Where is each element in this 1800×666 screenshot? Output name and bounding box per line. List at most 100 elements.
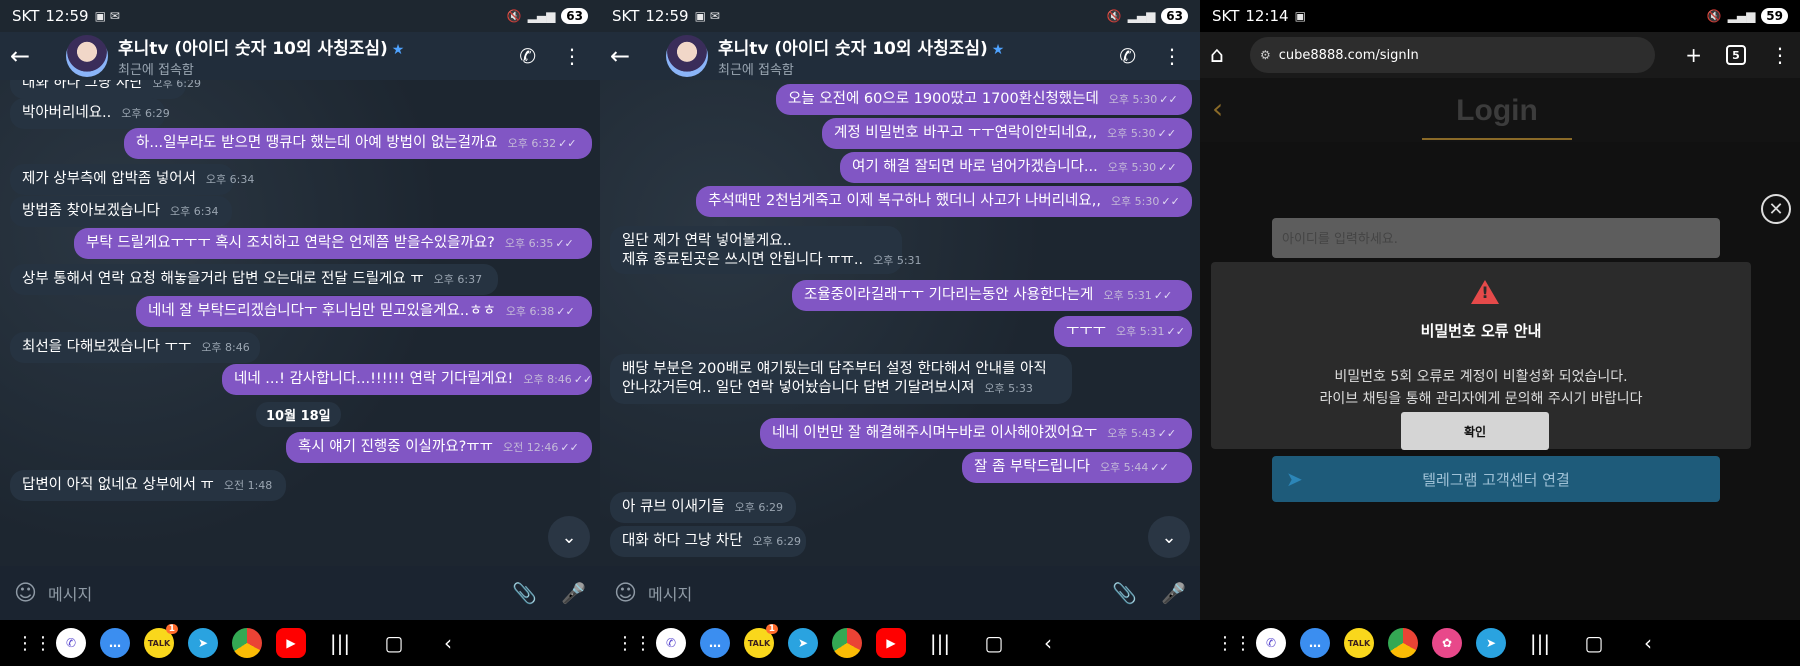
message-input[interactable]: 메시지 bbox=[648, 581, 692, 605]
message-bubble[interactable]: 추석때만 2천넘게죽고 이제 복구하나 했더니 사고가 나버리네요,, 오후 5:… bbox=[696, 186, 1192, 217]
message-bubble[interactable]: 일단 제가 연락 넣어볼게요.. 제휴 종료된곳은 쓰시면 안됩니다 ㅠㅠ.. 오후… bbox=[610, 226, 922, 274]
messages-app-icon[interactable]: … bbox=[1300, 628, 1330, 658]
message-bubble[interactable]: 네네 ...! 감사합니다...!!!!!! 연락 기다릴게요! 오후 8:46 ✓… bbox=[222, 364, 592, 395]
battery-indicator: 63 bbox=[561, 8, 588, 24]
phone-app-icon[interactable]: ✆ bbox=[1256, 628, 1286, 658]
message-bubble[interactable]: 네네 잘 부탁드리겠습니다ㅜ 후니님만 믿고있을게요..ㅎㅎ 오후 6:38 ✓✓ bbox=[136, 296, 592, 327]
home-icon[interactable]: ▢ bbox=[374, 631, 414, 655]
mute-icon: 🔇 bbox=[1706, 9, 1722, 23]
address-bar[interactable]: ⚙ cube8888.com/signIn bbox=[1250, 37, 1655, 73]
message-bubble[interactable]: 제가 상부측에 압박좀 넣어서 오후 6:34 bbox=[10, 164, 254, 195]
avatar[interactable] bbox=[66, 35, 108, 77]
more-menu-icon[interactable]: ⋮ bbox=[1770, 43, 1790, 67]
scroll-down-button[interactable]: ⌄ bbox=[548, 516, 590, 558]
browser-login-screen: SKT 12:14 ▣ 🔇 ▂▄▆ 59 ⌂ ⚙ cube8888.com/si… bbox=[1200, 0, 1800, 666]
messages-app-icon[interactable]: … bbox=[700, 628, 730, 658]
attach-icon[interactable]: 📎 bbox=[512, 581, 537, 605]
kakaotalk-icon[interactable]: TALK 1 bbox=[144, 624, 178, 658]
message-input-bar: ☺ 메시지 📎 🎤 bbox=[600, 566, 1200, 620]
kakaotalk-icon[interactable]: TALK 1 bbox=[744, 624, 778, 658]
back-arrow-icon[interactable]: ← bbox=[610, 42, 644, 70]
scroll-down-button[interactable]: ⌄ bbox=[1148, 516, 1190, 558]
app-drawer-icon[interactable]: ⋮⋮ bbox=[616, 633, 652, 654]
recent-apps-icon[interactable]: ||| bbox=[320, 631, 360, 655]
telegram-icon[interactable]: ➤ bbox=[188, 628, 218, 658]
home-icon[interactable]: ▢ bbox=[974, 631, 1014, 655]
tab-switcher-button[interactable]: 5 bbox=[1726, 45, 1746, 65]
chat-title[interactable]: 후니tv (아이디 숫자 10외 사칭조심) ★ bbox=[118, 34, 404, 59]
telegram-icon[interactable]: ➤ bbox=[788, 628, 818, 658]
notification-icons: ▣ ✉ bbox=[694, 9, 720, 23]
chrome-icon[interactable] bbox=[1388, 628, 1418, 658]
message-bubble[interactable]: 답변이 아직 없네요 상부에서 ㅠ 오전 1:48 bbox=[10, 470, 286, 501]
home-icon[interactable]: ▢ bbox=[1574, 631, 1614, 655]
back-icon[interactable]: ‹ bbox=[1028, 631, 1068, 655]
message-bubble[interactable]: 부탁 드릴게요ㅜㅜㅜ 혹시 조치하고 연락은 언제쯤 받을수있을까요? 오후 6:… bbox=[74, 228, 592, 259]
message-bubble[interactable]: ㅜㅜㅜ 오후 5:31 ✓✓ bbox=[1054, 316, 1192, 347]
message-bubble[interactable]: 계정 비밀번호 바꾸고 ㅜㅜ연락이안되네요,, 오후 5:30 ✓✓ bbox=[822, 118, 1192, 149]
phone-app-icon[interactable]: ✆ bbox=[56, 628, 86, 658]
clock: 12:59 bbox=[645, 7, 689, 25]
id-input[interactable]: 아이디를 입력하세요. bbox=[1272, 218, 1720, 258]
screenshot-icon: ▣ bbox=[1294, 9, 1306, 23]
kakaotalk-icon[interactable]: TALK bbox=[1344, 628, 1374, 658]
back-arrow-icon[interactable]: ← bbox=[10, 42, 44, 70]
emoji-icon[interactable]: ☺ bbox=[14, 581, 48, 606]
message-bubble[interactable]: 방법좀 찾아보겠습니다 오후 6:34 bbox=[10, 196, 232, 227]
recent-apps-icon[interactable]: ||| bbox=[920, 631, 960, 655]
status-bar: SKT 12:59 ▣ ✉ 🔇 ▂▄▆ 63 bbox=[0, 0, 600, 32]
more-menu-icon[interactable]: ⋮ bbox=[562, 44, 582, 68]
message-bubble[interactable]: 아 큐브 이새기들 오후 6:29 bbox=[610, 492, 796, 523]
message-bubble[interactable]: 여기 해결 잘되면 바로 넘어가겠습니다... 오후 5:30 ✓✓ bbox=[840, 152, 1192, 183]
message-bubble[interactable]: 혹시 얘기 진행중 이실까요?ㅠㅠ 오전 12:46 ✓✓ bbox=[286, 432, 592, 463]
notification-badge: 1 bbox=[165, 624, 178, 634]
confirm-button[interactable]: 확인 bbox=[1401, 412, 1549, 450]
close-icon[interactable]: ✕ bbox=[1761, 194, 1791, 224]
gallery-icon[interactable]: ✿ bbox=[1432, 628, 1462, 658]
app-drawer-icon[interactable]: ⋮⋮ bbox=[1216, 633, 1252, 654]
message-bubble[interactable]: 최선을 다해보겠습니다 ㅜㅜ 오후 8:46 bbox=[10, 332, 260, 363]
chrome-icon[interactable] bbox=[232, 628, 262, 658]
message-bubble[interactable]: 조율중이라길래ㅜㅜ 기다리는동안 사용한다는게 오후 5:31 ✓✓ bbox=[792, 280, 1192, 311]
page-title: Login bbox=[1456, 94, 1538, 127]
youtube-icon[interactable]: ▶ bbox=[276, 628, 306, 658]
message-bubble[interactable]: 하...일부라도 받으면 땡큐다 했는데 아예 방법이 없는걸까요 오후 6:32… bbox=[124, 128, 592, 159]
mic-icon[interactable]: 🎤 bbox=[1161, 581, 1186, 605]
message-bubble[interactable]: 배당 부분은 200배로 얘기됬는데 담주부터 설정 한다해서 안내를 아직 안나… bbox=[610, 354, 1072, 404]
app-drawer-icon[interactable]: ⋮⋮ bbox=[16, 633, 52, 654]
back-icon[interactable]: ‹ bbox=[428, 631, 468, 655]
system-nav-bar: ⋮⋮ ✆ … TALK 1 ➤ ▶ ||| ▢ ‹ bbox=[0, 620, 600, 666]
new-tab-icon[interactable]: + bbox=[1685, 43, 1702, 67]
phone-call-icon[interactable]: ✆ bbox=[519, 44, 536, 68]
recent-apps-icon[interactable]: ||| bbox=[1520, 631, 1560, 655]
notification-badge: 1 bbox=[765, 624, 778, 634]
home-icon[interactable]: ⌂ bbox=[1210, 43, 1250, 68]
back-icon[interactable]: ‹ bbox=[1628, 631, 1668, 655]
mute-icon: 🔇 bbox=[1106, 9, 1122, 23]
message-bubble[interactable]: 오늘 오전에 60으로 1900땄고 1700환신청했는데 오후 5:30 ✓✓ bbox=[776, 84, 1192, 115]
telegram-support-button[interactable]: ➤ 텔레그램 고객센터 연결 bbox=[1272, 456, 1720, 502]
message-bubble[interactable]: 상부 통해서 연락 요청 해놓을거라 답변 오는대로 전달 드릴게요 ㅠ 오후 6… bbox=[10, 264, 498, 295]
mic-icon[interactable]: 🎤 bbox=[561, 581, 586, 605]
telegram-icon[interactable]: ➤ bbox=[1476, 628, 1506, 658]
carrier-label: SKT bbox=[12, 7, 40, 25]
message-bubble[interactable]: 박아버리네요.. 오후 6:29 bbox=[10, 98, 170, 129]
message-bubble[interactable]: 대화 하다 그냥 차단 오후 6:29 bbox=[610, 526, 806, 557]
more-menu-icon[interactable]: ⋮ bbox=[1162, 44, 1182, 68]
phone-call-icon[interactable]: ✆ bbox=[1119, 44, 1136, 68]
attach-icon[interactable]: 📎 bbox=[1112, 581, 1137, 605]
message-bubble[interactable]: 잘 좀 부탁드립니다 오후 5:44 ✓✓ bbox=[962, 452, 1192, 483]
messages-app-icon[interactable]: … bbox=[100, 628, 130, 658]
chrome-icon[interactable] bbox=[832, 628, 862, 658]
emoji-icon[interactable]: ☺ bbox=[614, 581, 648, 606]
title-underline bbox=[1422, 138, 1572, 140]
youtube-icon[interactable]: ▶ bbox=[876, 628, 906, 658]
chat-title[interactable]: 후니tv (아이디 숫자 10외 사칭조심) ★ bbox=[718, 34, 1004, 59]
read-check-icon: ✓✓ bbox=[1157, 427, 1177, 440]
phone-app-icon[interactable]: ✆ bbox=[656, 628, 686, 658]
site-info-icon[interactable]: ⚙ bbox=[1260, 48, 1271, 62]
message-bubble[interactable]: 네네 이번만 잘 해결해주시며누바로 이사해야겠어요ㅜ 오후 5:43 ✓✓ bbox=[760, 418, 1192, 449]
avatar[interactable] bbox=[666, 35, 708, 77]
back-chevron-icon[interactable]: ‹ bbox=[1212, 92, 1223, 125]
message-input[interactable]: 메시지 bbox=[48, 581, 92, 605]
